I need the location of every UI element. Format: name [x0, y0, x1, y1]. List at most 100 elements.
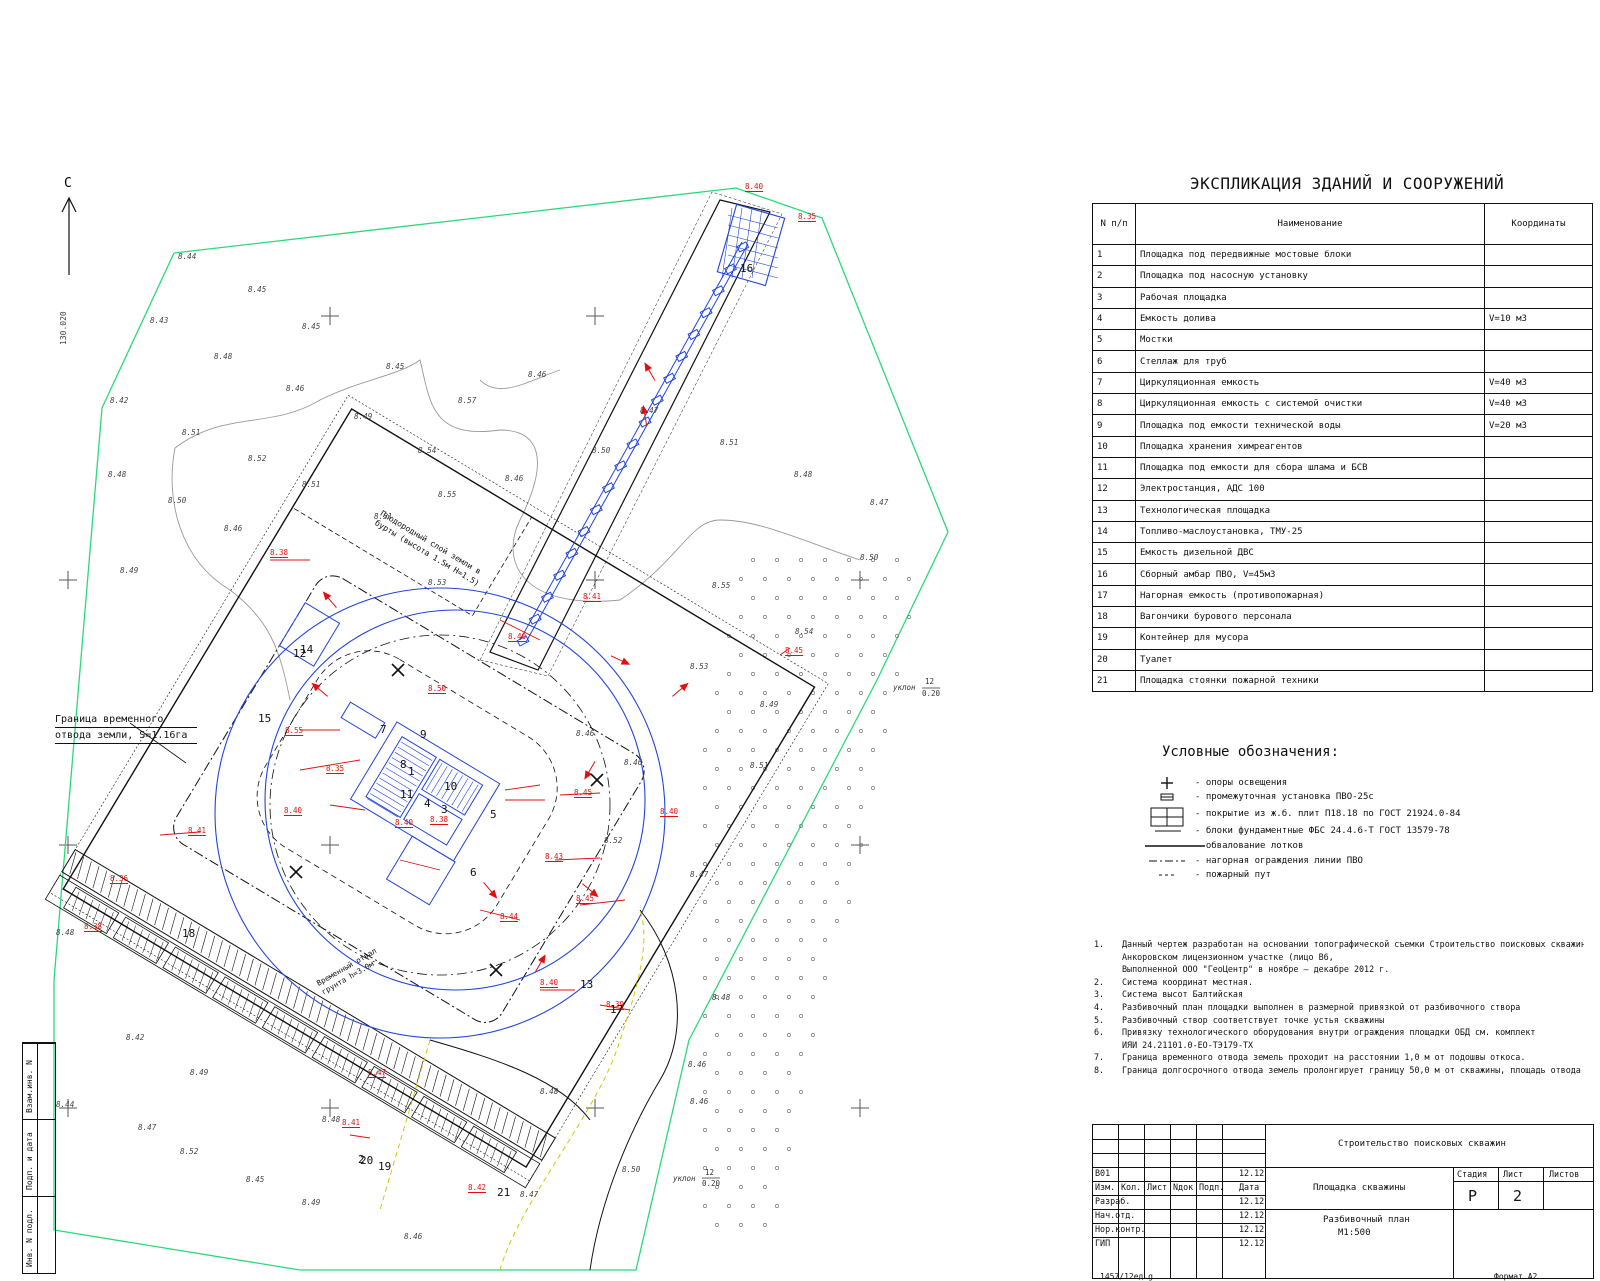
note-number: 7.: [1094, 1052, 1105, 1063]
dot-mark: [739, 1223, 743, 1227]
elevation-label: 8.50: [622, 1165, 641, 1174]
north-arrow-icon: [61, 196, 77, 275]
dot-mark: [715, 729, 719, 733]
note-number: 8.: [1094, 1064, 1105, 1075]
elevation-label: 8.49: [190, 1068, 209, 1077]
elevation-label: 8.46: [286, 384, 305, 393]
design-mark: 8.40: [745, 182, 764, 192]
dot-mark: [847, 558, 851, 562]
elevation-label: 8.46: [690, 1097, 709, 1106]
elevation-label: 8.47: [520, 1190, 539, 1199]
row-number: 12: [1092, 478, 1136, 501]
elevation-label: 8.45: [248, 285, 267, 294]
slope-den-2: 0.20: [702, 1179, 721, 1188]
dot-mark: [703, 900, 707, 904]
flow-arrow-icon: [311, 682, 328, 697]
elevation-label: 8.52: [604, 836, 623, 845]
row-name: Контейнер для мусора: [1135, 627, 1485, 650]
dot-mark: [751, 558, 755, 562]
dot-mark: [763, 957, 767, 961]
dot-mark: [715, 1033, 719, 1037]
dot-mark: [847, 748, 851, 752]
dot-mark: [811, 615, 815, 619]
dot-mark: [739, 957, 743, 961]
legend-text: - обвалование лотков: [1195, 840, 1304, 851]
elevation-label: 8.46: [528, 370, 547, 379]
dot-mark: [727, 1090, 731, 1094]
stamp-label: Подп. и дата: [25, 1132, 34, 1190]
header-name: Наименование: [1135, 203, 1485, 245]
dot-mark: [775, 634, 779, 638]
row-coords: [1484, 520, 1593, 544]
elevation-label: 8.46: [624, 758, 643, 767]
row-coords: [1484, 606, 1593, 629]
legend-text: - пожарный пут: [1195, 869, 1271, 880]
item-number: 9: [420, 728, 427, 741]
leader-line: [399, 859, 441, 871]
dot-mark: [775, 786, 779, 790]
explication-row: 12 Электростанция, АДС 100: [1092, 478, 1593, 501]
tb-stage-label: Стадия: [1457, 1169, 1488, 1179]
row-coords: [1484, 627, 1593, 650]
explication-row: 21 Площадка стоянки пожарной техники: [1092, 669, 1593, 693]
dot-mark: [787, 1109, 791, 1113]
dot-mark: [775, 976, 779, 980]
dot-mark: [751, 824, 755, 828]
row-number: 17: [1092, 584, 1136, 608]
dot-mark: [787, 1071, 791, 1075]
dot-mark: [739, 1033, 743, 1037]
dot-mark: [811, 919, 815, 923]
row-number: 16: [1092, 563, 1136, 586]
dot-mark: [715, 805, 719, 809]
elevation-label: 8.46: [576, 729, 595, 738]
dot-mark: [727, 862, 731, 866]
grid-cross-icon: [321, 307, 339, 325]
dot-mark: [727, 748, 731, 752]
elevation-label: 8.43: [150, 316, 169, 325]
elevation-label: 8.47: [138, 1123, 157, 1132]
explication-row: 9 Площадка под емкости технической воды V=…: [1092, 414, 1593, 437]
flow-arrow-icon: [672, 682, 689, 697]
explication-row: 4 Емкость долива V=10 м3: [1092, 307, 1593, 331]
row-name: Туалет: [1135, 648, 1485, 671]
well-pad: [44, 394, 829, 1189]
row-coords: V=40 м3: [1484, 393, 1593, 416]
dot-mark: [871, 672, 875, 676]
elevation-label: 8.46: [404, 1232, 423, 1241]
boundary-note: Граница временного отвода земли, S=1.16г…: [55, 712, 198, 744]
dot-mark: [739, 1109, 743, 1113]
dot-mark: [835, 843, 839, 847]
dot-mark: [739, 615, 743, 619]
flow-arrow-icon: [610, 655, 631, 665]
item-number: 8: [400, 758, 407, 771]
flow-arrow-icon: [322, 591, 337, 608]
dot-mark: [823, 824, 827, 828]
tb-drawing: Разбивочный план: [1323, 1215, 1410, 1225]
row-number: 3: [1092, 286, 1136, 309]
dot-mark: [859, 729, 863, 733]
row-coords: [1484, 286, 1593, 309]
flow-arrow-icon: [534, 954, 546, 973]
elevation-label: 8.46: [505, 474, 524, 483]
dot-mark: [715, 919, 719, 923]
design-mark: 8.43: [545, 852, 564, 862]
row-name: Емкость дизельной ДВС: [1135, 542, 1485, 565]
dot-mark: [751, 900, 755, 904]
light-pole-cross-icon: [289, 865, 303, 879]
leader-line: [504, 784, 541, 791]
note-item: 7. Граница временного отвода земель прохо…: [1094, 1051, 1584, 1064]
elevation-label: 8.48: [794, 470, 813, 479]
dot-mark: [787, 995, 791, 999]
elevation-label: 8.44: [178, 252, 197, 261]
row-coords: V=20 м3: [1484, 414, 1593, 437]
dot-mark: [847, 900, 851, 904]
note-number: 2.: [1094, 976, 1105, 987]
item-number: 1: [408, 765, 415, 778]
line-icon: [1145, 824, 1189, 838]
note-number: 1.: [1094, 939, 1105, 949]
design-mark: 8.40: [284, 806, 303, 816]
explication-header-row: N п/п Наименование Координаты: [1092, 203, 1593, 245]
tb-col-label: Кол.: [1121, 1182, 1142, 1192]
item-number: 4: [424, 797, 431, 810]
dot-mark: [751, 1166, 755, 1170]
